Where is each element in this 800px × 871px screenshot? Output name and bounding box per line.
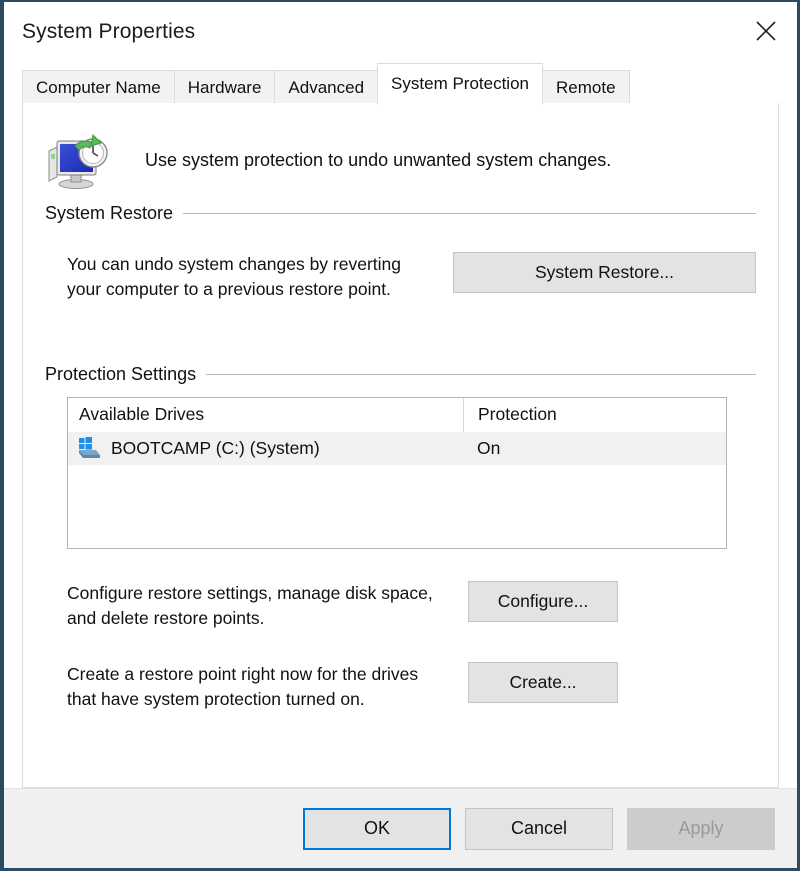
cancel-button[interactable]: Cancel [465, 807, 613, 850]
available-drives-listbox[interactable]: Available Drives Protection BOOTCAMP (C:… [67, 396, 727, 549]
system-restore-description: You can undo system changes by reverting… [45, 252, 401, 302]
tab-label: Computer Name [36, 77, 161, 97]
tab-label: Remote [556, 77, 616, 97]
close-icon[interactable] [735, 2, 797, 60]
system-restore-description-line2: your computer to a previous restore poin… [67, 278, 391, 299]
page-title: System Properties [22, 20, 196, 43]
table-row[interactable]: BOOTCAMP (C:) (System) On [68, 431, 726, 465]
apply-button[interactable]: Apply [627, 807, 775, 850]
group-divider [206, 373, 756, 375]
configure-description: Configure restore settings, manage disk … [45, 581, 433, 631]
configure-description-line1: Configure restore settings, manage disk … [67, 582, 433, 603]
system-restore-button[interactable]: System Restore... [453, 252, 756, 293]
system-protection-icon [45, 129, 111, 191]
system-restore-row: You can undo system changes by reverting… [45, 252, 756, 302]
system-properties-window: System Properties Computer Name Hardware… [0, 0, 800, 871]
windows-drive-icon [76, 436, 102, 460]
create-description-line1: Create a restore point right now for the… [67, 664, 419, 685]
group-label: Protection Settings [45, 363, 197, 384]
panel-header: Use system protection to undo unwanted s… [45, 103, 756, 195]
create-description-line2: that have system protection turned on. [67, 689, 365, 710]
tab-remote[interactable]: Remote [542, 70, 630, 104]
button-label: Configure... [497, 590, 589, 611]
configure-button[interactable]: Configure... [468, 580, 618, 622]
button-label: System Restore... [534, 262, 675, 282]
tab-label: System Protection [391, 74, 529, 93]
tab-panel-system-protection: Use system protection to undo unwanted s… [22, 103, 779, 788]
group-system-restore: System Restore [45, 203, 756, 224]
dialog-footer: OK Cancel Apply [4, 788, 797, 868]
configure-row: Configure restore settings, manage disk … [45, 580, 756, 631]
listbox-header: Available Drives Protection [68, 397, 726, 432]
button-label: Create... [509, 672, 577, 693]
tab-hardware[interactable]: Hardware [173, 70, 276, 104]
group-divider [183, 213, 756, 214]
group-label: System Restore [45, 203, 174, 223]
create-button[interactable]: Create... [468, 662, 618, 704]
drive-cell: BOOTCAMP (C:) (System) [68, 432, 463, 465]
button-label: OK [363, 818, 390, 838]
tab-computer-name[interactable]: Computer Name [22, 70, 175, 104]
tab-strip: Computer Name Hardware Advanced System P… [4, 62, 797, 105]
protection-status: On [477, 437, 501, 458]
tab-system-protection[interactable]: System Protection [377, 63, 543, 105]
tab-advanced[interactable]: Advanced [274, 70, 379, 104]
title-bar: System Properties [4, 2, 797, 62]
button-label: Apply [678, 818, 724, 838]
column-header-available-drives[interactable]: Available Drives [68, 398, 463, 432]
tab-label: Advanced [288, 77, 365, 97]
tab-label: Hardware [187, 77, 262, 97]
panel-header-text: Use system protection to undo unwanted s… [145, 149, 612, 170]
create-description: Create a restore point right now for the… [45, 662, 418, 712]
create-row: Create a restore point right now for the… [45, 662, 756, 712]
button-label: Cancel [510, 818, 568, 838]
configure-description-line2: and delete restore points. [67, 607, 265, 628]
drive-label: BOOTCAMP (C:) (System) [111, 437, 320, 458]
column-header-protection[interactable]: Protection [463, 397, 726, 432]
ok-button[interactable]: OK [303, 807, 451, 850]
group-protection-settings: Protection Settings [45, 364, 756, 385]
system-restore-description-line1: You can undo system changes by reverting [67, 254, 402, 274]
